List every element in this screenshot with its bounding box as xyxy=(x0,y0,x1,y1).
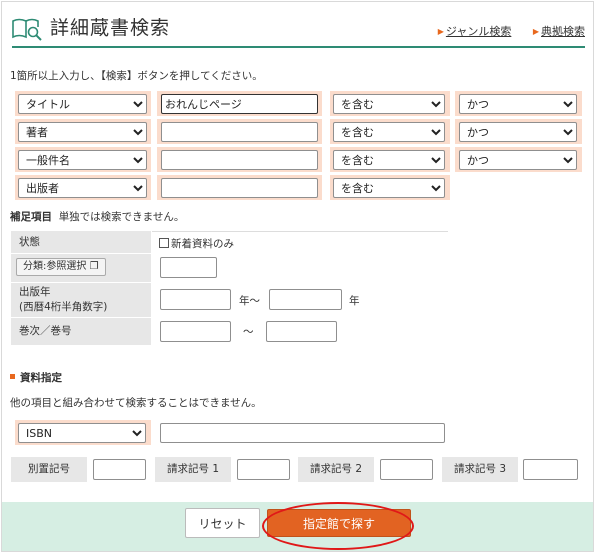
year-to-suffix: 年 xyxy=(349,295,360,307)
pubyear-label-sub: (西暦4桁半角数字) xyxy=(19,301,108,313)
match-select-2[interactable]: を含む xyxy=(333,122,445,142)
bunrui-input[interactable] xyxy=(160,257,217,278)
bunrui-button-label: 分類:参照選択 xyxy=(23,261,87,272)
betchi-input[interactable] xyxy=(93,459,146,480)
volume-to-input[interactable] xyxy=(266,321,337,342)
field-select-1[interactable]: タイトル xyxy=(18,94,147,114)
status-cell: 新着資料のみ xyxy=(152,231,448,253)
instruction-text: 1箇所以上入力し、【検索】ボタンを押してください。 xyxy=(10,70,263,82)
material-title: 資料指定 xyxy=(20,372,62,384)
supplement-heading: 補足項目 単独では検索できません。 xyxy=(10,209,184,224)
highlight-ellipse xyxy=(262,502,414,550)
pubyear-label: 出版年 (西暦4桁半角数字) xyxy=(11,283,151,317)
field-select-4[interactable]: 出版者 xyxy=(18,178,147,198)
new-only-checkbox[interactable]: 新着資料のみ xyxy=(159,236,234,251)
field-select-2[interactable]: 著者 xyxy=(18,122,147,142)
material-heading: 資料指定 xyxy=(10,370,62,385)
call-number-1-input[interactable] xyxy=(237,459,290,480)
triangle-right-icon: ▶ xyxy=(437,27,444,36)
page-frame: 詳細蔵書検索 ▶ ジャンル検索 ▶ 典拠検索 1箇所以上入力し、【検索】ボタンを押し… xyxy=(1,1,594,552)
reset-button[interactable]: リセット xyxy=(185,508,260,538)
header: 詳細蔵書検索 ▶ ジャンル検索 ▶ 典拠検索 xyxy=(2,2,593,50)
year-to-input[interactable] xyxy=(269,289,342,310)
logic-select-2[interactable]: かつ xyxy=(459,122,577,142)
new-only-label: 新着資料のみ xyxy=(171,238,234,250)
match-select-3[interactable]: を含む xyxy=(333,150,445,170)
authority-search-link[interactable]: 典拠検索 xyxy=(541,25,585,38)
keyword-input-1[interactable] xyxy=(161,94,318,114)
book-search-icon xyxy=(12,18,42,41)
checkbox-icon[interactable] xyxy=(159,238,169,248)
match-select-4[interactable]: を含む xyxy=(333,178,445,198)
window-icon: ❐ xyxy=(89,261,99,272)
page-title: 詳細蔵書検索 xyxy=(50,17,171,39)
header-divider xyxy=(12,46,585,48)
material-note: 他の項目と組み合わせて検索することはできません。 xyxy=(10,397,262,409)
bunrui-cell: 分類:参照選択 ❐ xyxy=(11,254,151,282)
betchi-label: 別置記号 xyxy=(11,457,87,482)
logic-select-1[interactable]: かつ xyxy=(459,94,577,114)
call-number-3-label: 請求記号 3 xyxy=(442,457,518,482)
pubyear-label-main: 出版年 xyxy=(19,286,51,298)
material-code-input[interactable] xyxy=(160,423,445,443)
genre-search-link[interactable]: ジャンル検索 xyxy=(446,25,511,38)
supplement-note: 単独では検索できません。 xyxy=(58,211,185,223)
bunrui-select-button[interactable]: 分類:参照選択 ❐ xyxy=(16,258,106,276)
triangle-right-icon: ▶ xyxy=(532,27,539,36)
keyword-input-4[interactable] xyxy=(161,178,318,198)
year-from-suffix: 年～ xyxy=(239,295,260,307)
call-number-3-input[interactable] xyxy=(523,459,578,480)
match-select-1[interactable]: を含む xyxy=(333,94,445,114)
volume-tilde: ～ xyxy=(243,326,254,338)
volume-label: 巻次／巻号 xyxy=(11,318,151,345)
material-type-select[interactable]: ISBN xyxy=(18,423,146,443)
volume-from-input[interactable] xyxy=(160,321,231,342)
logic-select-3[interactable]: かつ xyxy=(459,150,577,170)
year-from-input[interactable] xyxy=(160,289,231,310)
field-select-3[interactable]: 一般件名 xyxy=(18,150,147,170)
status-label: 状態 xyxy=(11,231,151,253)
orange-square-icon xyxy=(10,374,15,379)
call-number-1-label: 請求記号 1 xyxy=(155,457,231,482)
call-number-2-label: 請求記号 2 xyxy=(298,457,374,482)
keyword-input-3[interactable] xyxy=(161,150,318,170)
header-links: ▶ ジャンル検索 ▶ 典拠検索 xyxy=(420,23,585,39)
call-number-2-input[interactable] xyxy=(380,459,433,480)
supplement-title: 補足項目 xyxy=(10,211,52,223)
keyword-input-2[interactable] xyxy=(161,122,318,142)
